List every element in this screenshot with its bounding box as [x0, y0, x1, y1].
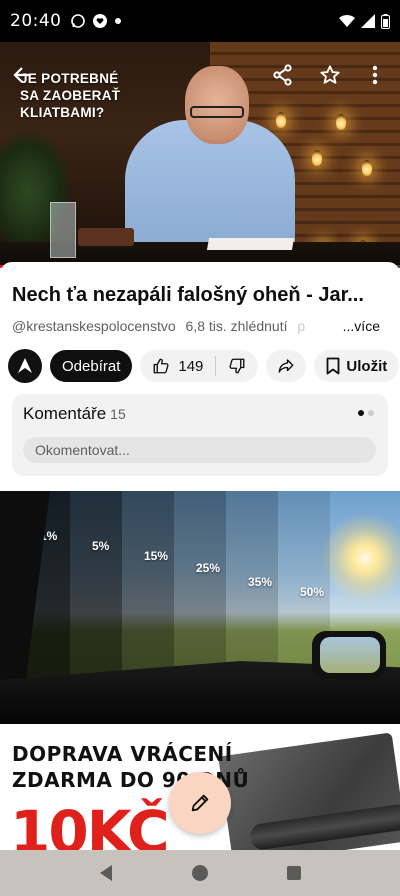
signal-icon	[361, 14, 375, 28]
subscribe-button[interactable]: Odebírat	[50, 350, 133, 382]
share-button[interactable]	[270, 62, 296, 88]
share-arrow-icon	[278, 359, 294, 373]
nav-back-icon[interactable]	[98, 864, 114, 882]
wifi-icon	[339, 14, 355, 27]
status-time: 20:40	[10, 11, 62, 31]
lamp-bulb	[312, 150, 322, 166]
water-glass	[50, 202, 76, 258]
more-link[interactable]: ...více	[338, 318, 380, 334]
dislike-icon	[229, 358, 245, 374]
battery-icon	[381, 13, 390, 29]
speaker-head	[185, 66, 249, 144]
more-vert-icon	[372, 65, 378, 85]
like-dislike-group: 149	[140, 350, 259, 382]
side-mirror	[312, 631, 386, 679]
lamp-bulb	[276, 112, 286, 128]
screen: 20:40 JE POTREBNÉ SA ZAOBERAŤ KLIATBAMI?	[0, 0, 400, 896]
comments-pager	[358, 410, 374, 416]
meta-truncated: p	[297, 318, 306, 334]
save-label: Uložit	[346, 357, 388, 375]
system-nav-bar	[0, 850, 400, 896]
share-icon	[273, 64, 292, 86]
dislike-button[interactable]	[216, 350, 258, 382]
channel-logo-icon	[18, 358, 32, 373]
comments-title: Komentáře	[23, 404, 107, 423]
lamp-bulb	[336, 114, 346, 130]
add-comment-input[interactable]: Okomentovat...	[23, 437, 376, 463]
promo-line-1: DOPRAVA VRÁCENÍ	[12, 742, 233, 766]
video-meta[interactable]: @krestanskespolocenstvo 6,8 tis. zhlédnu…	[12, 318, 392, 334]
pencil-icon	[191, 794, 209, 812]
tint-label: 25%	[196, 561, 221, 575]
channel-avatar[interactable]	[8, 349, 42, 383]
nav-recents-icon[interactable]	[286, 865, 302, 881]
tint-label: 35%	[248, 575, 273, 589]
like-button[interactable]: 149	[140, 350, 215, 382]
notification-dot-icon	[114, 18, 121, 24]
like-count: 149	[178, 357, 204, 375]
bookmark-icon	[327, 357, 340, 375]
tint-label: 50%	[300, 585, 325, 599]
book	[78, 228, 134, 246]
video-player[interactable]: JE POTREBNÉ SA ZAOBERAŤ KLIATBAMI?	[0, 42, 400, 268]
favorite-button[interactable]	[317, 62, 343, 88]
save-button[interactable]: Uložit	[314, 350, 400, 382]
star-icon	[320, 65, 340, 84]
promo-price: 10KČ	[10, 798, 170, 850]
status-bar: 20:40	[0, 0, 400, 42]
share-action-button[interactable]	[266, 350, 307, 382]
nav-home-icon[interactable]	[191, 864, 209, 882]
lamp-bulb	[362, 160, 372, 176]
comments-count: 15	[110, 406, 126, 422]
back-button[interactable]	[10, 62, 36, 88]
action-row: Odebírat 149 Uložit	[8, 348, 400, 384]
whatsapp-icon	[70, 14, 85, 28]
view-count: 6,8 tis. zhlédnutí	[185, 318, 288, 334]
more-options-button[interactable]	[362, 62, 388, 88]
back-arrow-icon	[13, 67, 31, 83]
tint-label: 15%	[144, 549, 169, 563]
ad-image-window-tint[interactable]: 1% 5% 15% 25% 35% 50%	[0, 491, 400, 724]
video-title[interactable]: Nech ťa nezapáli falošný oheň - Jar...	[12, 284, 392, 307]
video-overlay-title: JE POTREBNÉ SA ZAOBERAŤ KLIATBAMI?	[20, 71, 121, 120]
video-info-panel: Nech ťa nezapáli falošný oheň - Jar... @…	[0, 262, 400, 492]
like-icon	[153, 358, 169, 374]
heart-message-icon	[92, 14, 107, 28]
channel-handle: @krestanskespolocenstvo	[12, 318, 176, 334]
create-button[interactable]	[169, 772, 231, 834]
tint-label: 5%	[92, 539, 110, 553]
comments-section[interactable]: Komentáře 15 Okomentovat...	[12, 394, 388, 476]
